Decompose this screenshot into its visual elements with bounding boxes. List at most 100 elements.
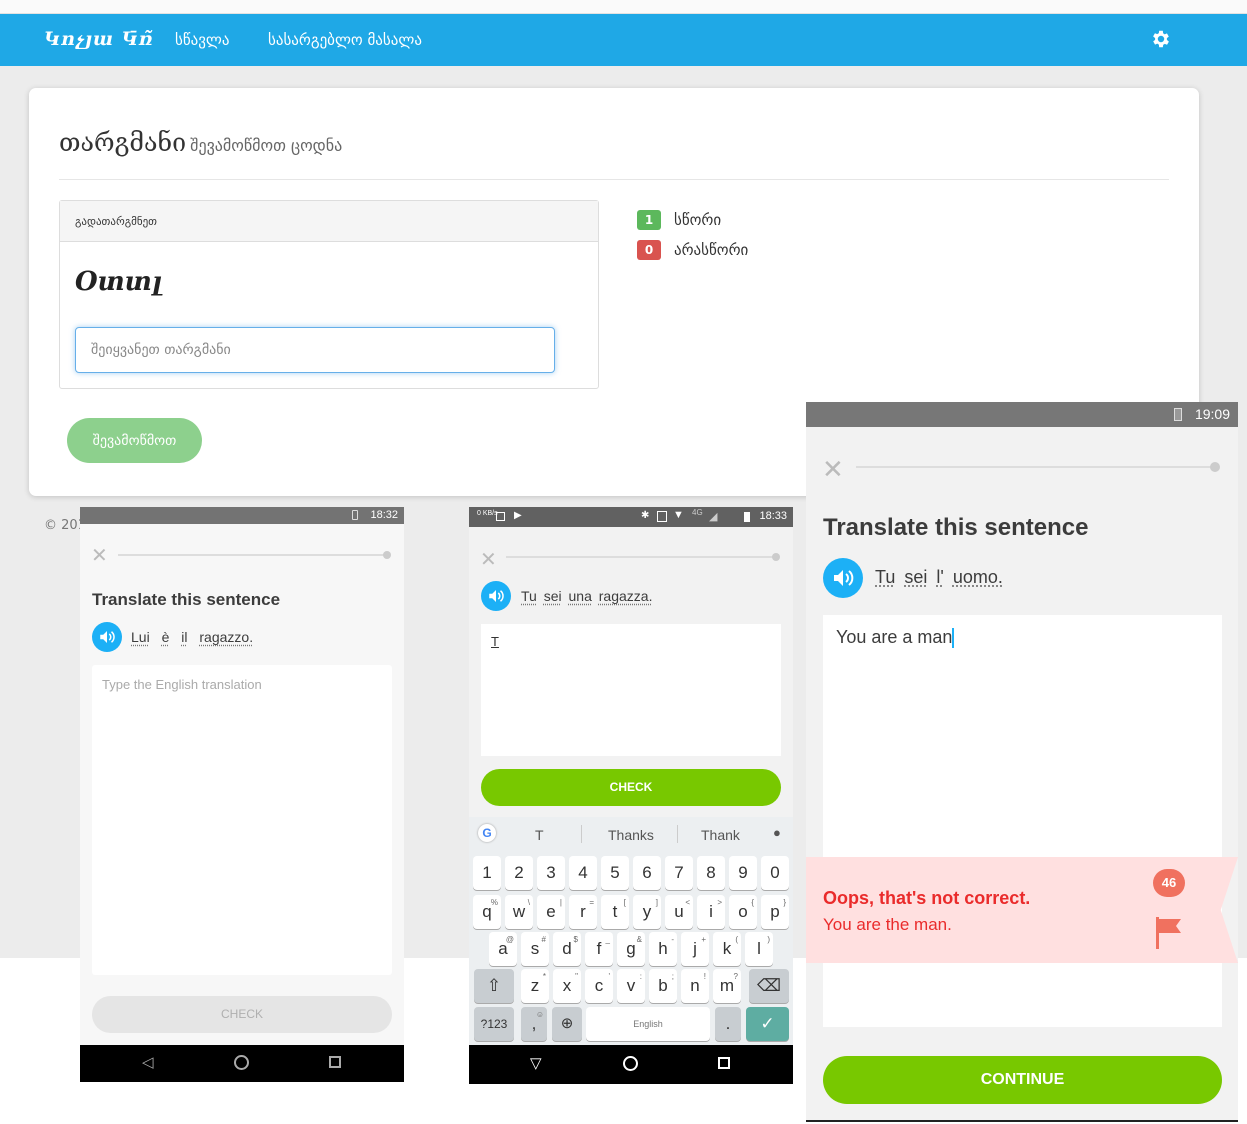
key-hint: ? (733, 972, 738, 981)
report-flag-icon[interactable] (1156, 917, 1184, 949)
back-icon[interactable]: ▽ (530, 1054, 542, 1072)
nav-link-learn[interactable]: სწავლა (175, 31, 230, 49)
google-icon[interactable]: G (478, 824, 496, 842)
divider (59, 179, 1169, 180)
close-icon[interactable]: ✕ (480, 547, 497, 572)
sentence: Tu sei l' uomo. (875, 567, 1003, 588)
home-icon[interactable] (623, 1056, 638, 1071)
check-button[interactable]: CHECK (481, 769, 781, 806)
progress-end-dot (383, 551, 391, 559)
key-hint: ] (655, 898, 658, 907)
page-subtitle: შევამოწმოთ ცოდნა (190, 136, 343, 155)
emoji-hint: ☺ (535, 1010, 544, 1019)
key-2[interactable]: 2 (505, 856, 533, 890)
key-hint: - (671, 935, 674, 944)
status-time: 19:09 (1194, 406, 1230, 422)
sentence-word[interactable]: ragazzo. (199, 629, 253, 645)
key-hint: ( (735, 935, 738, 944)
status-bar: 19:09 (806, 402, 1238, 427)
key-c[interactable]: c ' (585, 969, 613, 1003)
translation-input[interactable] (75, 327, 555, 373)
sentence-word[interactable]: l' (936, 567, 943, 587)
key-hint: ! (703, 972, 706, 981)
home-icon[interactable] (234, 1055, 249, 1070)
key-hint: & (636, 935, 642, 944)
suggestion[interactable]: Thank (701, 827, 740, 843)
sentence-word[interactable]: sei (904, 567, 927, 587)
top-navbar: Կոչյա Կ̄ռ̃ სწავლა სასარგებლო მასალა (0, 14, 1247, 66)
shift-key[interactable]: ⇧ (474, 969, 514, 1003)
brand-logo[interactable]: Կոչյա Կ̄ռ̃ (44, 28, 154, 50)
recents-icon[interactable] (329, 1056, 341, 1068)
sentence-word[interactable]: uomo. (953, 567, 1003, 587)
close-icon[interactable]: ✕ (91, 543, 108, 568)
key-9[interactable]: 9 (729, 856, 757, 890)
key-0[interactable]: 0 (761, 856, 789, 890)
translation-textarea[interactable]: T (481, 624, 781, 756)
key-p[interactable]: p} (761, 895, 789, 929)
status-bar: 18:32 (80, 507, 404, 524)
key-hint: | (559, 898, 562, 907)
suggestion-divider (581, 825, 582, 843)
key-3[interactable]: 3 (537, 856, 565, 890)
comma-key[interactable]: , ☺ (521, 1007, 547, 1041)
key-5[interactable]: 5 (601, 856, 629, 890)
nav-link-materials[interactable]: სასარგებლო მასალა (268, 31, 422, 49)
sentence-word[interactable]: Lui (131, 629, 150, 645)
continue-button[interactable]: CONTINUE (823, 1056, 1222, 1104)
sentence-word[interactable]: il (181, 629, 187, 645)
check-button[interactable]: შევამოწმოთ (67, 418, 202, 463)
key-hint: ; (671, 972, 674, 981)
key-b[interactable]: b; (649, 969, 677, 1003)
key-8[interactable]: 8 (697, 856, 725, 890)
back-icon[interactable]: ◁ (142, 1053, 154, 1071)
wrong-label: არასწორი (674, 241, 749, 259)
speaker-button[interactable] (823, 558, 863, 598)
symbols-key[interactable]: ?123 (474, 1007, 514, 1041)
play-icon: ▶ (514, 510, 522, 521)
speaker-button[interactable] (92, 622, 122, 652)
progress-end-dot (772, 553, 780, 561)
suggestion[interactable]: T (535, 827, 544, 843)
key-4[interactable]: 4 (569, 856, 597, 890)
key-hint: : (639, 972, 642, 981)
status-time: 18:32 (370, 509, 398, 521)
period-key[interactable]: . (715, 1007, 741, 1041)
key-u[interactable]: u < (665, 895, 693, 929)
key-n[interactable]: n! (681, 969, 709, 1003)
enter-check-key[interactable]: ✓ (746, 1007, 789, 1041)
key-hint: [ (623, 898, 626, 907)
key-o[interactable]: o{ (729, 895, 757, 929)
key-1[interactable]: 1 (473, 856, 501, 890)
close-icon[interactable]: ✕ (822, 454, 844, 485)
space-key[interactable]: English (586, 1007, 710, 1041)
key-a[interactable]: a @ (489, 932, 517, 966)
key-m[interactable]: m? (713, 969, 741, 1003)
sentence-word[interactable]: Tu (521, 588, 537, 604)
typed-text: You are a man (836, 627, 953, 647)
globe-icon[interactable]: ⊕ (552, 1007, 582, 1041)
key-x[interactable]: x " (553, 969, 581, 1003)
key-7[interactable]: 7 (665, 856, 693, 890)
suggestion[interactable]: Thanks (608, 827, 654, 843)
sentence-word[interactable]: sei (544, 588, 562, 604)
speaker-button[interactable] (481, 581, 511, 611)
sentence-word[interactable]: è (162, 629, 170, 645)
translation-textarea[interactable]: You are a man (823, 615, 1222, 1027)
key-6[interactable]: 6 (633, 856, 661, 890)
sentence-word[interactable]: una (569, 588, 592, 604)
key-v[interactable]: v: (617, 969, 645, 1003)
check-button[interactable]: CHECK (92, 996, 392, 1033)
feedback-title: Oops, that's not correct. (823, 888, 1031, 908)
recents-icon[interactable] (718, 1057, 730, 1069)
key-l[interactable]: l) (745, 932, 773, 966)
key-q[interactable]: q% (473, 895, 501, 929)
sentence-word[interactable]: ragazza. (599, 588, 653, 604)
discussion-count-bubble[interactable]: 46 (1153, 869, 1185, 897)
settings-gear-icon[interactable] (1150, 28, 1172, 50)
microphone-icon[interactable]: ● (773, 825, 781, 840)
backspace-key[interactable]: ⌫ (749, 969, 789, 1003)
battery-icon (1174, 408, 1182, 421)
sentence-word[interactable]: Tu (875, 567, 895, 587)
translation-textarea[interactable]: Type the English translation (92, 665, 392, 975)
